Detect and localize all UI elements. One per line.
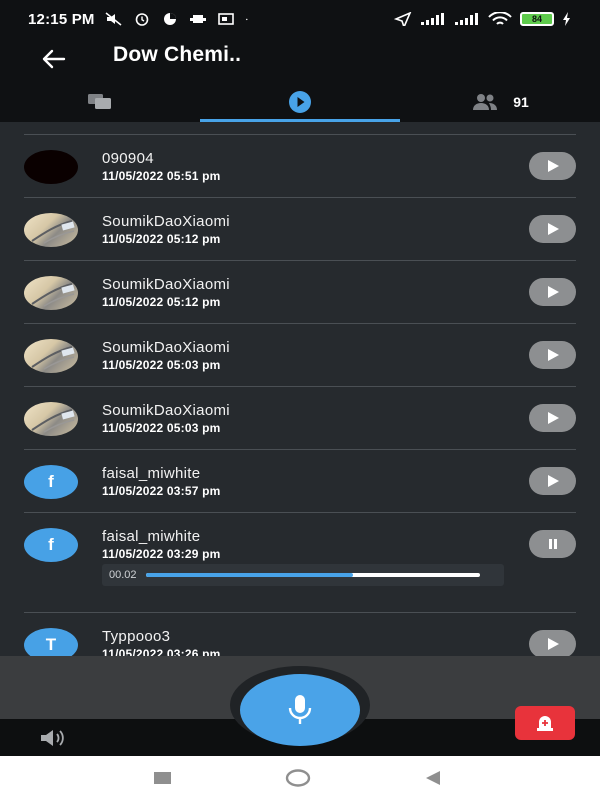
progress-track[interactable] [146,573,480,577]
message-timestamp: 11/05/2022 05:03 pm [102,358,221,372]
charging-icon [563,12,570,26]
message-timestamp: 11/05/2022 05:51 pm [102,169,221,183]
sender-name: 090904 [102,150,154,167]
list-item[interactable]: T Typpooo3 11/05/2022 03:26 pm [0,613,600,656]
data-saver-icon [163,13,176,25]
list-item[interactable]: SoumikDaoXiaomi 11/05/2022 05:12 pm [0,198,600,261]
system-back-button[interactable] [424,770,442,786]
pause-button[interactable] [529,530,576,558]
home-button[interactable] [285,769,311,787]
message-timestamp: 11/05/2022 05:12 pm [102,232,221,246]
avatar: f [24,528,78,562]
speaker-icon[interactable] [39,729,69,747]
members-count: 91 [513,94,529,110]
avatar [24,213,78,247]
message-timestamp: 11/05/2022 05:12 pm [102,295,221,309]
play-icon [547,286,559,298]
list-item-playing[interactable]: f faisal_miwhite 11/05/2022 03:29 pm 00.… [0,513,600,613]
playback-time: 00.02 [109,569,137,581]
avatar [24,339,78,373]
microphone-icon [288,695,312,724]
signal-icon-2 [455,13,478,25]
message-timestamp: 11/05/2022 03:57 pm [102,484,221,498]
notification-icon [189,15,206,23]
status-bar: 12:15 PM 84 [0,0,600,38]
sender-name: SoumikDaoXiaomi [102,276,230,293]
alert-button[interactable] [515,706,575,740]
battery-level: 84 [531,14,542,24]
tab-members[interactable]: 91 [400,82,600,122]
app-header: Dow Chemi.. 91 [0,38,600,122]
people-icon [473,94,498,110]
sender-name: faisal_miwhite [102,528,201,545]
list-item[interactable]: SoumikDaoXiaomi 11/05/2022 05:12 pm [0,261,600,324]
play-button[interactable] [529,404,576,432]
avatar [24,276,78,310]
location-icon [394,12,412,26]
avatar-photo-icon [31,409,75,433]
play-button[interactable] [529,467,576,495]
play-icon [547,223,559,235]
back-arrow-icon[interactable] [38,44,68,74]
message-timestamp: 11/05/2022 03:29 pm [102,547,221,561]
avatar: f [24,465,78,499]
tab-chat[interactable] [0,82,200,122]
tab-bar: 91 [0,82,600,122]
list-item[interactable]: SoumikDaoXiaomi 11/05/2022 05:03 pm [0,324,600,387]
chat-icon [88,94,111,109]
play-button[interactable] [529,341,576,369]
message-timestamp: 11/05/2022 03:26 pm [102,647,221,656]
app-screen: 12:15 PM 84 Dow Chemi.. 91 090904 11/05/… [0,0,600,756]
avatar: T [24,628,78,656]
bottom-controls [0,656,600,756]
screen-icon [217,13,234,25]
avatar-photo-icon [31,283,75,307]
tab-voice[interactable] [200,82,400,122]
voice-message-list[interactable]: 090904 11/05/2022 05:51 pm SoumikDaoXiao… [0,122,600,656]
message-timestamp: 11/05/2022 05:03 pm [102,421,221,435]
avatar [24,150,78,184]
play-icon [547,475,559,487]
avatar-photo-icon [31,220,75,244]
dot-icon [245,18,248,21]
sender-name: SoumikDaoXiaomi [102,339,230,356]
play-icon [547,638,559,650]
sender-name: SoumikDaoXiaomi [102,402,230,419]
play-button[interactable] [529,152,576,180]
list-item[interactable]: f faisal_miwhite 11/05/2022 03:57 pm [0,450,600,513]
alarm-bell-icon [537,716,553,731]
system-nav-bar [0,756,600,800]
sender-name: Typpooo3 [102,628,171,645]
list-item[interactable]: SoumikDaoXiaomi 11/05/2022 05:03 pm [0,387,600,450]
progress-fill [146,573,354,577]
sender-name: faisal_miwhite [102,465,201,482]
record-button[interactable] [240,674,360,746]
play-icon [547,349,559,361]
alarm-icon [135,13,148,26]
signal-icon [421,13,444,25]
page-title: Dow Chemi.. [113,43,242,66]
play-icon [547,412,559,424]
wifi-icon [488,12,512,25]
avatar [24,402,78,436]
play-button[interactable] [529,215,576,243]
play-circle-icon [289,91,311,113]
sender-name: SoumikDaoXiaomi [102,213,230,230]
battery-icon: 84 [520,12,554,26]
play-button[interactable] [529,630,576,656]
play-icon [547,160,559,172]
mute-icon [105,12,122,26]
avatar-photo-icon [31,346,75,370]
play-button[interactable] [529,278,576,306]
playback-progress[interactable]: 00.02 [102,564,504,586]
recents-button[interactable] [154,772,171,784]
list-item[interactable]: 090904 11/05/2022 05:51 pm [0,135,600,198]
status-time: 12:15 PM [28,10,95,28]
pause-icon [548,539,557,549]
